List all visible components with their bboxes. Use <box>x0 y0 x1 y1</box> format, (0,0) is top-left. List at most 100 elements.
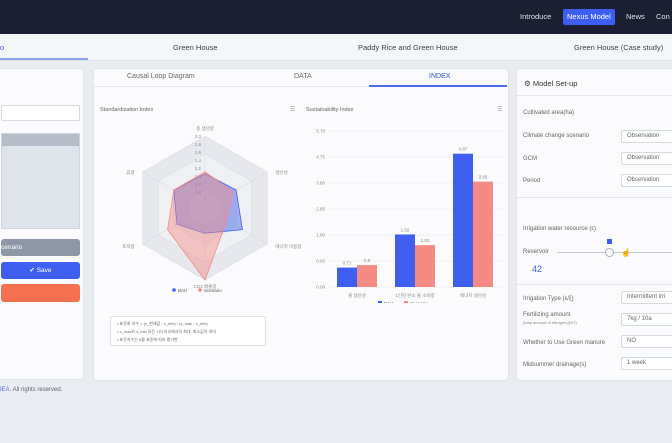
cultivated-area-label: Cultivated area(ha) <box>523 110 575 116</box>
bar-value-label: 1.53 <box>421 238 430 243</box>
bar-y-tick-label: 0.95 <box>316 259 325 264</box>
radar-axis-label: 에너지 이용량 <box>275 243 301 250</box>
midsummer-drainage-select[interactable]: 1 week <box>621 357 672 370</box>
bar-legend-scenario: Scenario <box>410 301 428 303</box>
radar-tick-label: 2.0 <box>195 134 202 139</box>
midsummer-drainage-label: Midsummer drainage(s) <box>523 362 587 368</box>
subtab-first[interactable]: o <box>0 43 4 52</box>
model-setup-title: Model Set-up <box>532 79 578 88</box>
bar-y-tick-label: 0.00 <box>316 285 325 290</box>
subtab-green-house-case-study[interactable]: Green House (Case study) <box>574 43 663 52</box>
nav-news[interactable]: News <box>626 9 645 25</box>
left-list-box[interactable] <box>1 133 80 229</box>
green-manure-select[interactable]: NO <box>621 335 672 348</box>
bar-category-label: 1인당 탄소 물 소비량 <box>395 292 434 299</box>
bar-y-tick-label: 1.90 <box>316 233 325 238</box>
model-setup-header: ⚙ Model Set-up <box>524 79 577 88</box>
bar-chart: 0.00 0.95 1.90 2.85 3.80 4.75 5.70 0.71 0.8 물 생산성… <box>316 129 502 303</box>
save-button-label: Save <box>36 267 52 274</box>
footer: IEA. All rights reserved. <box>0 387 62 393</box>
scenario-button-label: cenario <box>1 244 23 251</box>
climate-scenario-label: Climate change scenario <box>523 133 590 139</box>
bar-value-label: 0.8 <box>364 258 371 263</box>
bar-legend-marker-scenario <box>404 301 408 303</box>
scenario-button[interactable]: cenario <box>1 239 80 256</box>
tab-causal-loop-diagram[interactable]: Causal Loop Diagram <box>127 73 195 80</box>
bar-y-tick-label: 3.80 <box>316 181 325 186</box>
subtab-paddy-rice-green-house[interactable]: Paddy Rice and Green House <box>358 43 458 52</box>
bar-value-label: 1.92 <box>401 227 410 232</box>
irrigation-resource-label: Irrigation water resource (ε) <box>523 226 597 232</box>
note-line-3: • 표준지수는 0을 표준에 따라 평가한 <box>117 337 178 342</box>
bar-scenario <box>357 265 377 287</box>
model-setup-panel: ⚙ Model Set-up Cultivated area(ha) Clima… <box>516 68 672 381</box>
radar-legend-marker-scenario <box>198 288 202 292</box>
bar-legend-bau: BAU <box>384 301 393 303</box>
bar-menu-icon[interactable]: ☰ <box>497 106 502 113</box>
left-panel: cenario ✔ Save <box>0 68 84 380</box>
radar-tick-label: 1.8 <box>195 142 202 147</box>
radar-tick-label: 1.6 <box>195 150 202 155</box>
reservoir-slider-track[interactable] <box>557 252 672 253</box>
tab-index-underline <box>369 85 507 87</box>
radar-menu-icon[interactable]: ☰ <box>290 106 295 113</box>
bar-chart-title: Sustainability Index <box>306 107 354 113</box>
left-input[interactable] <box>1 105 80 121</box>
note-line-2: • x_max와 x_min 모든 시나리오에서의 최대, 최소값의 의미 <box>117 329 216 334</box>
bar-y-tick-label: 2.85 <box>316 207 325 212</box>
footer-link[interactable]: IEA <box>0 387 10 393</box>
gear-icon: ⚙ <box>524 79 531 88</box>
radar-tick-label: 1.4 <box>195 158 202 163</box>
irrigation-type-label: Irrigation Type (ε/ξ) <box>523 296 574 302</box>
nav-contact[interactable]: Con <box>656 9 670 25</box>
bar-bau <box>395 234 415 287</box>
period-label: Period <box>523 178 541 184</box>
model-divider-top <box>517 95 672 96</box>
bar-bau <box>337 267 357 287</box>
bar-value-label: 4.87 <box>459 147 468 152</box>
bar-bau <box>453 153 473 287</box>
bar-y-tick-label: 4.75 <box>316 155 325 160</box>
reservoir-slider-handle[interactable] <box>605 248 614 257</box>
fertilizing-sublabel: (total amount of nitrogen)(N/T) <box>523 320 577 325</box>
subtab-active-indicator <box>0 58 88 60</box>
cursor-pointer-icon: ☝ <box>621 248 631 257</box>
bar-scenario <box>473 181 493 287</box>
footer-text: . All rights reserved. <box>9 387 63 393</box>
save-button[interactable]: ✔ Save <box>1 262 80 279</box>
nav-nexus-model[interactable]: Nexus Model <box>563 9 615 25</box>
note-text-2: x_max와 x_min 모든 시나리오에서의 최대, 최소값의 의미 <box>119 329 216 334</box>
note-line-1: • 표준화 지수 = (x_현재값 - x_min) / (x_max - x_… <box>117 321 208 326</box>
tab-data[interactable]: DATA <box>294 73 312 80</box>
nav-introduce[interactable]: Introduce <box>520 9 551 25</box>
bar-legend-marker-bau <box>378 301 382 303</box>
bar-value-label: 0.71 <box>343 261 352 266</box>
fertilizing-label: Fertilizing amount <box>523 312 571 318</box>
orange-action-button[interactable] <box>1 284 80 302</box>
period-select[interactable]: Observation <box>621 174 672 187</box>
radar-chart: 2.01.81.61.41.21.00.80.6종 생산량생산성에너지 이용량C… <box>122 125 301 293</box>
bar-category-label: 물 생산성 <box>348 292 366 299</box>
note-text-3: 표준지수는 0을 표준에 따라 평가한 <box>119 337 178 342</box>
tab-index[interactable]: INDEX <box>429 73 450 80</box>
green-manure-label: Whether to Use Green manure <box>523 340 606 346</box>
climate-scenario-select[interactable]: Observation <box>621 130 672 143</box>
radar-axis-label: 휴량 <box>126 169 134 176</box>
subtab-green-house[interactable]: Green House <box>173 43 218 52</box>
radar-notes-box: • 표준화 지수 = (x_현재값 - x_min) / (x_max - x_… <box>110 316 266 346</box>
model-subnav: o Green House Paddy Rice and Green House… <box>0 34 672 61</box>
fertilizing-select[interactable]: 7kg / 10a <box>621 313 672 326</box>
radar-legend-scenario: Scenario <box>204 288 222 293</box>
radar-legend-marker-bau <box>172 288 176 292</box>
bar-scenario <box>415 245 435 287</box>
radar-axis-label: 토지량 <box>122 243 134 250</box>
reservoir-label: Reservoir <box>523 249 549 255</box>
save-icon: ✔ <box>29 267 37 274</box>
reservoir-slider-marker <box>607 239 612 244</box>
gcm-select[interactable]: Observation <box>621 152 672 165</box>
model-divider-low <box>517 284 672 285</box>
model-divider-mid <box>517 197 672 198</box>
irrigation-type-select[interactable]: Intermittent irri <box>621 291 672 304</box>
bar-y-tick-label: 5.70 <box>316 129 325 134</box>
reservoir-value: 42 <box>532 264 543 274</box>
